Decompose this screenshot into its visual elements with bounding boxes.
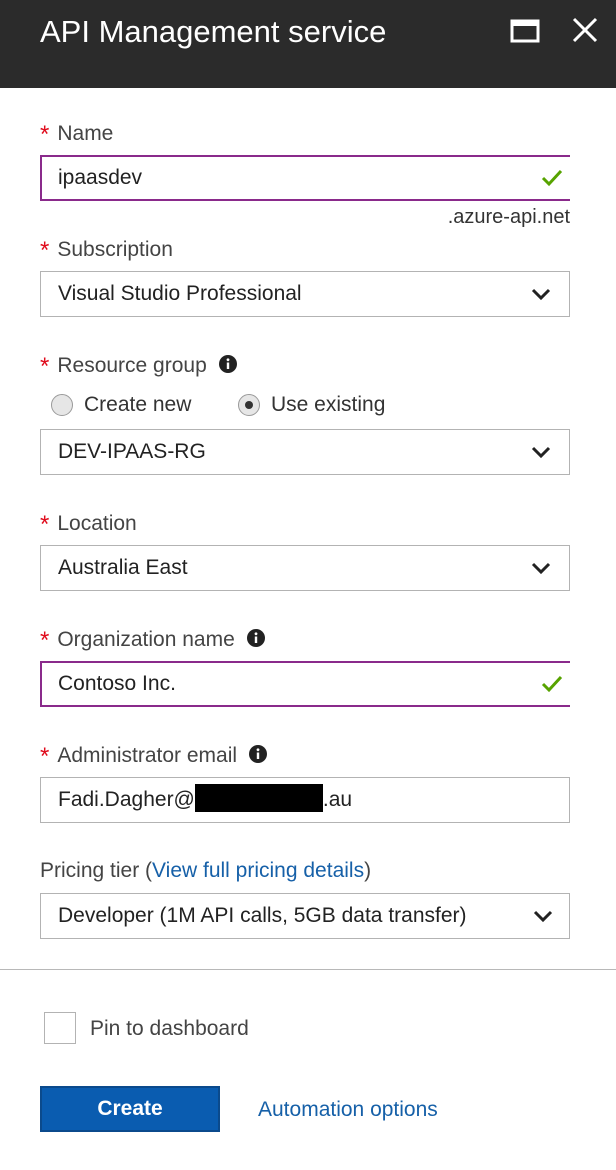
close-button[interactable] bbox=[568, 14, 602, 48]
subscription-select[interactable]: Visual Studio Professional bbox=[40, 271, 570, 317]
admin-email-value: Fadi.Dagher@ .au bbox=[58, 778, 352, 822]
view-pricing-link[interactable]: View full pricing details bbox=[152, 859, 364, 882]
info-icon[interactable] bbox=[248, 745, 267, 764]
use-existing-label[interactable]: Use existing bbox=[271, 392, 385, 418]
subscription-label: * Subscription bbox=[40, 237, 173, 264]
required-marker: * bbox=[40, 353, 50, 380]
chevron-down-icon bbox=[531, 562, 551, 575]
maximize-button[interactable] bbox=[509, 14, 543, 48]
pricing-tier-select[interactable]: Developer (1M API calls, 5GB data transf… bbox=[40, 893, 570, 939]
create-new-radio[interactable] bbox=[51, 394, 73, 416]
footer-divider bbox=[0, 969, 616, 970]
location-label: * Location bbox=[40, 511, 137, 538]
redaction-block bbox=[194, 784, 323, 813]
required-marker: * bbox=[40, 237, 50, 264]
admin-email-input[interactable]: Fadi.Dagher@ .au bbox=[40, 777, 570, 823]
resource-group-label: * Resource group bbox=[40, 352, 237, 380]
organization-input[interactable]: Contoso Inc. bbox=[40, 661, 570, 707]
organization-label: * Organization name bbox=[40, 626, 265, 654]
location-select[interactable]: Australia East bbox=[40, 545, 570, 591]
pricing-tier-label: Pricing tier (View full pricing details) bbox=[40, 859, 372, 882]
pin-to-dashboard-label[interactable]: Pin to dashboard bbox=[90, 1016, 249, 1042]
automation-options-link[interactable]: Automation options bbox=[258, 1097, 438, 1123]
info-icon[interactable] bbox=[246, 629, 265, 648]
chevron-down-icon bbox=[531, 288, 551, 301]
close-icon bbox=[572, 17, 598, 43]
pin-to-dashboard-checkbox[interactable] bbox=[44, 1012, 76, 1044]
admin-email-label: * Administrator email bbox=[40, 742, 267, 770]
radio-selected-dot bbox=[245, 401, 253, 409]
resource-group-select[interactable]: DEV-IPAAS-RG bbox=[40, 429, 570, 475]
name-label: * Name bbox=[40, 121, 114, 148]
required-marker: * bbox=[40, 743, 50, 770]
required-marker: * bbox=[40, 511, 50, 538]
required-marker: * bbox=[40, 121, 50, 148]
chevron-down-icon bbox=[533, 910, 553, 923]
blade-header: API Management service bbox=[0, 0, 616, 88]
domain-suffix: .azure-api.net bbox=[447, 206, 570, 228]
checkmark-icon bbox=[541, 675, 563, 693]
location-value: Australia East bbox=[58, 556, 188, 579]
create-button[interactable]: Create bbox=[40, 1086, 220, 1132]
resource-group-value: DEV-IPAAS-RG bbox=[58, 440, 206, 463]
create-new-label[interactable]: Create new bbox=[84, 392, 191, 418]
organization-value: Contoso Inc. bbox=[58, 672, 176, 695]
pricing-tier-value: Developer (1M API calls, 5GB data transf… bbox=[58, 904, 467, 927]
chevron-down-icon bbox=[531, 446, 551, 459]
name-value: ipaasdev bbox=[58, 166, 143, 189]
subscription-value: Visual Studio Professional bbox=[58, 282, 302, 305]
checkmark-icon bbox=[541, 169, 563, 187]
blade-title: API Management service bbox=[40, 14, 387, 49]
name-input[interactable]: ipaasdev bbox=[40, 155, 570, 201]
maximize-icon bbox=[510, 19, 540, 43]
info-icon[interactable] bbox=[218, 355, 237, 374]
required-marker: * bbox=[40, 627, 50, 654]
use-existing-radio[interactable] bbox=[238, 394, 260, 416]
